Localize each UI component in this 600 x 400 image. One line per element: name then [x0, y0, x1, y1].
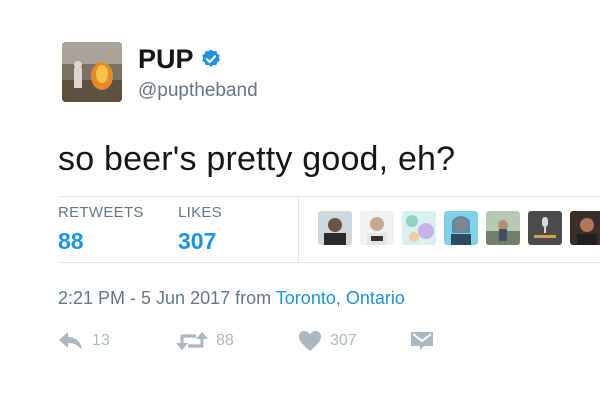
liker-avatar[interactable] [486, 211, 520, 245]
retweets-value: 88 [58, 228, 84, 254]
location-link[interactable]: Toronto, Ontario [276, 288, 405, 308]
verified-badge-icon [201, 49, 220, 67]
avatar[interactable] [62, 42, 122, 102]
liker-avatar[interactable] [318, 211, 352, 245]
liker-avatar-image [486, 211, 520, 245]
handle[interactable]: @puptheband [138, 80, 258, 102]
liker-avatar[interactable] [528, 211, 562, 245]
avatar-image [62, 42, 122, 102]
liker-avatar-image [528, 211, 562, 245]
liker-avatar[interactable] [402, 211, 436, 245]
retweets-stat[interactable]: RETWEETS 88 [58, 204, 144, 255]
retweet-button[interactable]: 88 [176, 330, 234, 352]
retweet-icon [176, 332, 208, 350]
liker-avatar-image [444, 211, 478, 245]
liker-avatar[interactable] [444, 211, 478, 245]
retweet-count: 88 [216, 332, 234, 349]
display-name[interactable]: PUP [138, 44, 194, 74]
reply-button[interactable]: 13 [58, 330, 110, 352]
tweet-stats: RETWEETS 88 LIKES 307 [58, 196, 600, 262]
liker-avatar-image [570, 211, 600, 245]
liker-avatar[interactable] [360, 211, 394, 245]
liker-avatar[interactable] [570, 211, 600, 245]
liker-avatar-image [402, 211, 436, 245]
author-name-row: PUP [138, 44, 222, 74]
time-date[interactable]: 2:21 PM - 5 Jun 2017 from [58, 288, 276, 308]
likes-stat[interactable]: LIKES 307 [178, 204, 222, 255]
direct-message-button[interactable] [410, 330, 434, 352]
tweet-timestamp: 2:21 PM - 5 Jun 2017 from Toronto, Ontar… [58, 288, 405, 309]
like-button[interactable]: 307 [298, 330, 357, 352]
liker-avatars [318, 211, 600, 245]
retweets-label: RETWEETS [58, 204, 144, 221]
stats-separator [298, 196, 299, 262]
divider [58, 262, 600, 263]
likes-label: LIKES [178, 204, 223, 221]
heart-icon [299, 331, 321, 351]
envelope-icon [411, 332, 433, 350]
reply-count: 13 [92, 332, 110, 349]
reply-icon [59, 332, 82, 350]
liker-avatar-image [318, 211, 352, 245]
liker-avatar-image [360, 211, 394, 245]
tweet-text: so beer's pretty good, eh? [58, 140, 456, 178]
likes-value: 307 [178, 228, 217, 254]
like-count: 307 [330, 332, 357, 349]
